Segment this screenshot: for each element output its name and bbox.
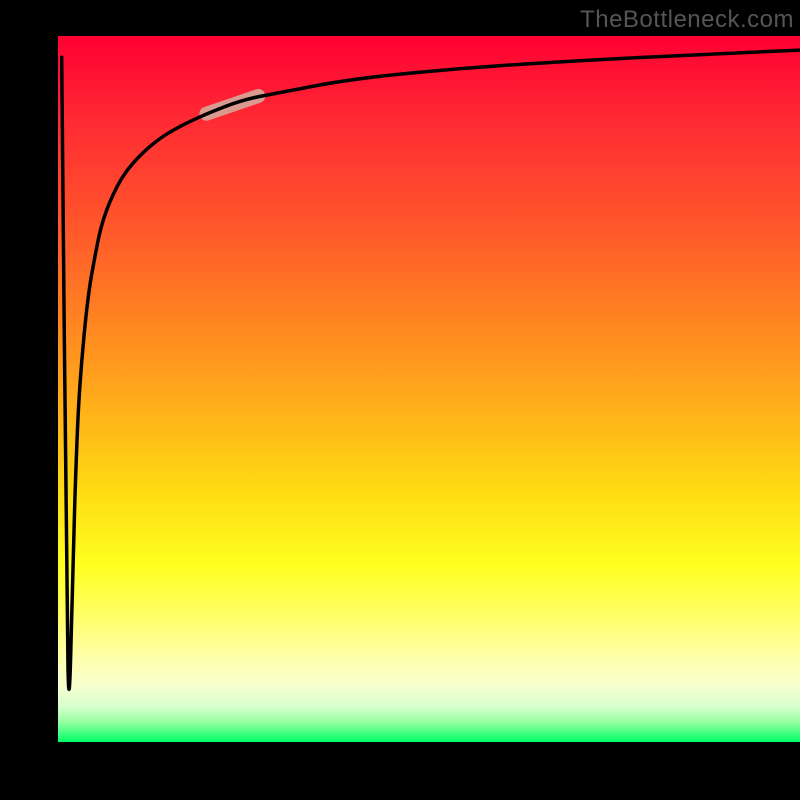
bottleneck-curve xyxy=(62,50,800,689)
plot-area xyxy=(58,36,800,742)
chart-frame: TheBottleneck.com xyxy=(0,0,800,800)
curve-layer xyxy=(58,36,800,742)
attribution-label: TheBottleneck.com xyxy=(580,6,794,34)
